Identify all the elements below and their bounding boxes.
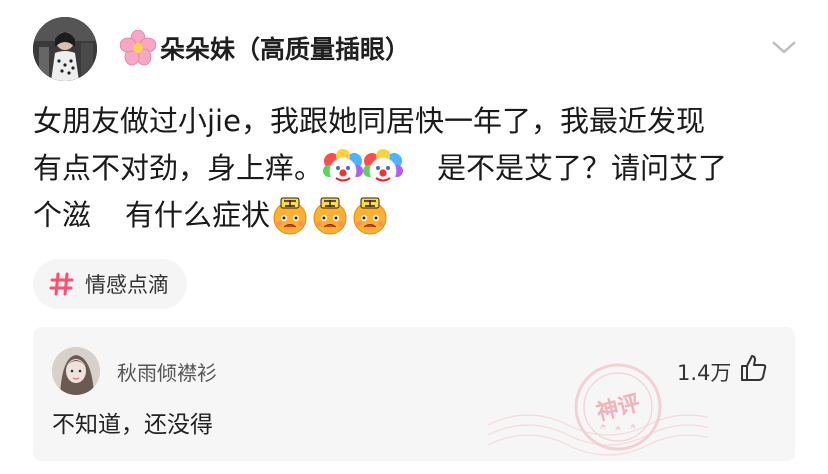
post-text: 女朋友做过小jie，我跟她同居快一年了，我最近发现 bbox=[33, 104, 705, 138]
commenter-avatar[interactable] bbox=[52, 347, 100, 395]
thumbs-up-icon[interactable] bbox=[738, 353, 768, 383]
annoyed-emoji-icon bbox=[270, 196, 310, 236]
clown-emoji-icon bbox=[363, 148, 404, 189]
like-count: 1.4万 bbox=[677, 361, 732, 385]
hot-comment-card[interactable]: 神评 秋雨倾襟衫 1.4万 不知道，还没得 bbox=[33, 327, 795, 461]
flower-emoji-icon bbox=[119, 29, 157, 66]
post-header: 朵朵妹（高质量插眼） bbox=[0, 0, 828, 96]
commenter-name[interactable]: 秋雨倾襟衫 bbox=[117, 357, 217, 386]
stamp-text: 神评 bbox=[594, 390, 643, 426]
post-text: 个滋 bbox=[33, 198, 92, 232]
tag-label: 情感点滴 bbox=[85, 273, 169, 297]
post-text: 是不是艾了？请问艾了 bbox=[437, 151, 728, 185]
post-line: 有点不对劲，身上痒。 是不是艾了？请问艾了 bbox=[33, 145, 803, 192]
post-text: 有什么症状 bbox=[125, 198, 271, 232]
post-line: 个滋 有什么症状 bbox=[33, 192, 803, 239]
clown-emoji-icon bbox=[323, 148, 364, 189]
author-name[interactable]: 朵朵妹（高质量插眼） bbox=[160, 30, 410, 66]
comment-text: 不知道，还没得 bbox=[52, 412, 213, 438]
post-content: 女朋友做过小jie，我跟她同居快一年了，我最近发现 有点不对劲，身上痒。 是不是… bbox=[33, 98, 803, 239]
topic-tag[interactable]: 情感点滴 bbox=[33, 259, 187, 309]
author-row[interactable]: 朵朵妹（高质量插眼） bbox=[119, 29, 410, 66]
god-comment-stamp: 神评 bbox=[488, 363, 708, 456]
annoyed-emoji-icon bbox=[350, 196, 390, 236]
chevron-down-icon[interactable] bbox=[770, 36, 798, 60]
post-line: 女朋友做过小jie，我跟她同居快一年了，我最近发现 bbox=[33, 98, 803, 145]
hashtag-icon bbox=[49, 272, 74, 296]
annoyed-emoji-icon bbox=[310, 196, 350, 236]
author-avatar[interactable] bbox=[33, 17, 97, 81]
post-text: 有点不对劲，身上痒。 bbox=[33, 151, 324, 185]
